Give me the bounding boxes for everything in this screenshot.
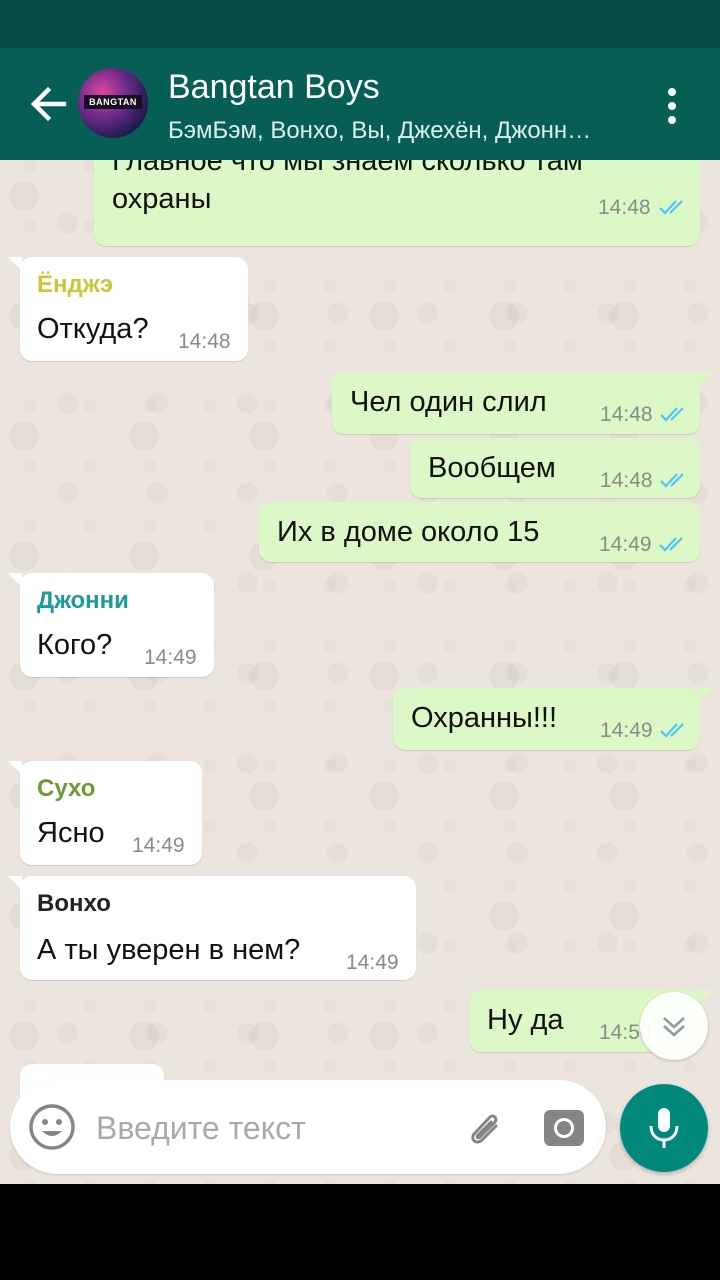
scroll-down-icon[interactable] [640, 992, 708, 1060]
camera-icon[interactable] [542, 1106, 586, 1150]
sender-name: Ёнджэ [37, 271, 114, 298]
message-list[interactable]: Главное что мы знаем сколько там охраны … [0, 160, 720, 1184]
double-check-icon [659, 200, 683, 215]
message-text: Ну да [487, 1004, 564, 1036]
avatar-logo: BANGTAN [84, 95, 142, 109]
chat-title[interactable]: Bangtan Boys [168, 68, 380, 107]
more-vert-icon[interactable] [660, 86, 684, 126]
message-time: 14:49 [600, 719, 653, 742]
sender-name: Сухо [37, 775, 96, 802]
message-text-line: Главное что мы знаем сколько там [112, 160, 583, 177]
sender-name: Вонхо [37, 890, 111, 917]
message-incoming[interactable]: Вонхо А ты уверен в нем? 14:49 [8, 876, 416, 980]
message-incoming[interactable]: Сухо Ясно 14:49 [8, 761, 202, 865]
mic-icon[interactable] [620, 1084, 708, 1172]
message-time: 14:48 [600, 469, 653, 492]
message-time: 14:49 [346, 951, 399, 974]
message-incoming[interactable]: Ёнджэ Откуда? 14:48 [8, 257, 248, 361]
message-text: Откуда? [37, 313, 149, 345]
message-incoming[interactable]: Джонни Кого? 14:49 [8, 573, 214, 677]
message-text: Чел один слил [350, 386, 547, 418]
message-outgoing[interactable]: Главное что мы знаем сколько там охраны … [94, 160, 700, 246]
message-outgoing[interactable]: Охранны!!! 14:49 [393, 688, 712, 750]
attach-icon[interactable] [462, 1104, 508, 1150]
group-avatar[interactable]: BANGTAN [78, 68, 148, 138]
double-check-icon [660, 473, 684, 488]
chat-participants[interactable]: БэмБэм, Вонхо, Вы, Джехён, Джонн… [168, 117, 628, 145]
emoji-icon[interactable] [28, 1103, 76, 1151]
message-time: 14:48 [178, 330, 231, 353]
message-composer[interactable]: Введите текст [10, 1080, 606, 1174]
message-text: Их в доме около 15 [277, 516, 540, 548]
message-text-line: охраны [112, 183, 212, 215]
double-check-icon [660, 723, 684, 738]
message-input[interactable]: Введите текст [96, 1110, 306, 1147]
message-outgoing[interactable]: Чел один слил 14:48 [332, 372, 712, 434]
message-outgoing[interactable]: Вообщем 14:48 [410, 438, 700, 498]
message-text: А ты уверен в нем? [37, 934, 301, 966]
message-text: Охранны!!! [411, 702, 558, 734]
message-text: Вообщем [428, 452, 556, 484]
sender-name: Джонни [37, 587, 129, 614]
message-time: 14:48 [598, 196, 651, 219]
message-outgoing[interactable]: Их в доме около 15 14:49 [259, 502, 700, 562]
message-text: Кого? [37, 629, 113, 661]
system-navigation-bar [0, 1184, 720, 1280]
message-time: 14:49 [599, 533, 652, 556]
back-arrow-icon[interactable] [26, 78, 74, 130]
message-time: 14:49 [144, 646, 197, 669]
double-check-icon [659, 537, 683, 552]
message-text: Ясно [37, 817, 105, 849]
double-check-icon [660, 407, 684, 422]
chat-header: BANGTAN Bangtan Boys БэмБэм, Вонхо, Вы, … [0, 48, 720, 160]
message-time: 14:49 [132, 834, 185, 857]
message-time: 14:48 [600, 403, 653, 426]
status-bar [0, 0, 720, 48]
